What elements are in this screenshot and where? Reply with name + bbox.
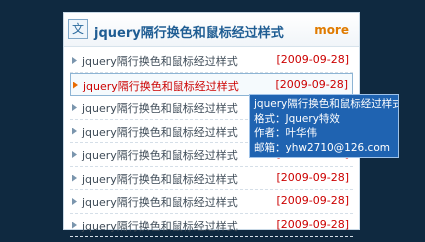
panel-header: 文 jquery隔行换色和鼠标经过样式 more [64,13,359,47]
list-item-link[interactable]: jquery隔行换色和鼠标经过样式 [82,124,238,140]
bullet-arrow-icon [72,127,77,135]
tooltip-title: jquery隔行换色和鼠标经过样式 [254,98,399,110]
list-item-link[interactable]: jquery隔行换色和鼠标经过样式 [82,53,238,69]
list-item-link[interactable]: jquery隔行换色和鼠标经过样式 [82,194,238,210]
tooltip-format: 格式：Jquery特效 [254,112,340,125]
list-item[interactable]: jquery隔行换色和鼠标经过样式 [2009-09-28] [70,167,353,190]
bullet-arrow-icon [72,104,77,111]
panel-title: jquery隔行换色和鼠标经过样式 [94,26,284,41]
list-item-link[interactable]: jquery隔行换色和鼠标经过样式 [82,218,238,234]
bullet-arrow-icon [72,198,77,205]
list-item[interactable]: jquery隔行换色和鼠标经过样式 [2009-09-28] [70,214,353,237]
list-item-link[interactable]: jquery隔行换色和鼠标经过样式 [83,78,239,94]
bullet-arrow-icon [72,221,77,229]
list-item-date: [2009-09-28] [276,170,349,184]
list-item-date: [2009-09-28] [275,77,348,91]
bullet-arrow-icon [72,57,77,64]
list-item[interactable]: jquery隔行换色和鼠标经过样式 [2009-09-28] [70,49,353,73]
list-item-date: [2009-09-28] [276,194,349,207]
bullet-arrow-icon [73,81,78,89]
tooltip-email: 邮箱：yhw2710@126.com [254,141,390,154]
tooltip-author: 作者：叶华伟 [254,127,317,139]
bullet-arrow-icon [72,174,77,182]
list-item-hovered[interactable]: jquery隔行换色和鼠标经过样式 [2009-09-28] [70,72,353,96]
list-item[interactable]: jquery隔行换色和鼠标经过样式 [2009-09-28] [70,190,353,214]
list-item-link[interactable]: jquery隔行换色和鼠标经过样式 [82,100,238,116]
list-item-date: [2009-09-28] [276,217,349,231]
item-tooltip: jquery隔行换色和鼠标经过样式 格式：Jquery特效 作者：叶华伟 邮箱：… [249,94,399,158]
document-icon: 文 [68,19,88,39]
list-item-date: [2009-09-28] [276,53,349,66]
more-link[interactable]: more [314,23,349,37]
list-item-link[interactable]: jquery隔行换色和鼠标经过样式 [82,171,238,187]
list-item-link[interactable]: jquery隔行换色和鼠标经过样式 [82,147,238,163]
bullet-arrow-icon [72,151,77,158]
